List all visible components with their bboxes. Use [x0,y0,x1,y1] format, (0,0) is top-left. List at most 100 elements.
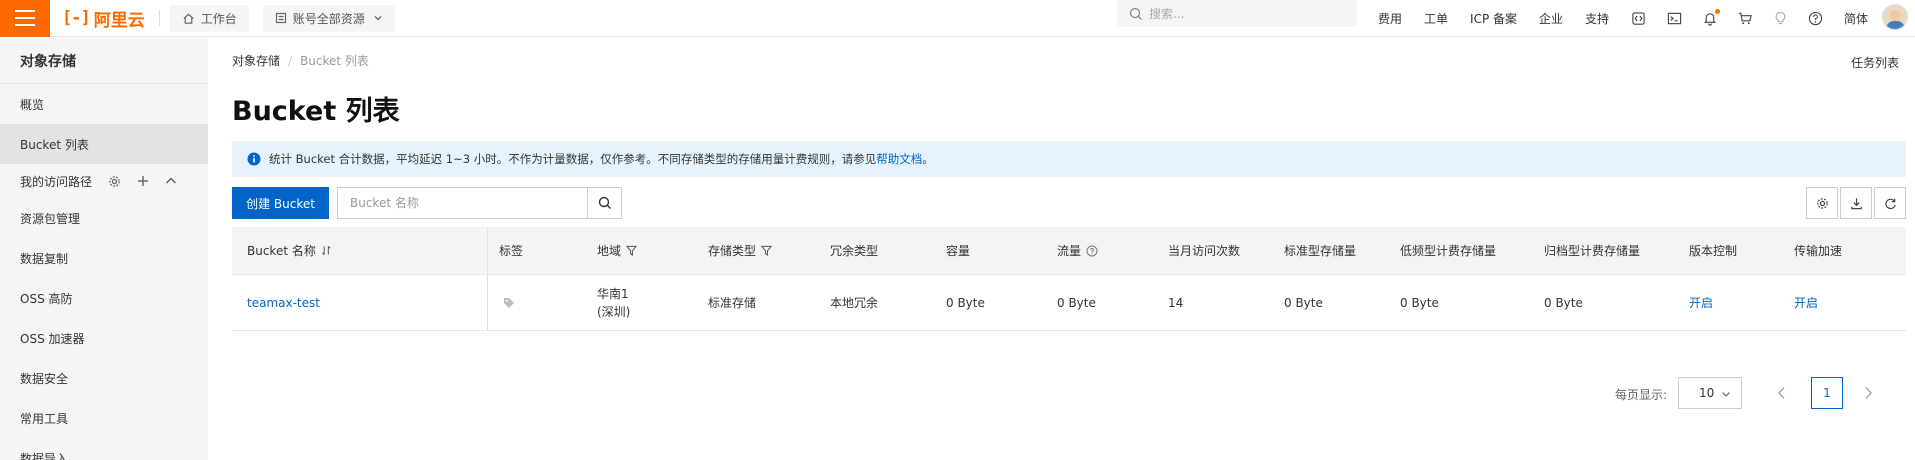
breadcrumb-root[interactable]: 对象存储 [232,52,280,69]
cart-icon[interactable] [1738,11,1753,26]
sort-icon[interactable] [321,245,332,256]
capacity-cell: 0 Byte [946,295,985,310]
lightbulb-icon[interactable] [1774,11,1787,26]
page-button-current[interactable]: 1 [1811,377,1843,409]
col-header-transfer-acceleration: 传输加速 [1794,244,1843,258]
info-icon [247,152,261,166]
export-button[interactable] [1840,187,1872,219]
filter-icon[interactable] [761,245,773,256]
bell-icon[interactable] [1703,9,1721,26]
traffic-cell: 0 Byte [1057,295,1096,310]
info-notice: 统计 Bucket 合计数据，平均延迟 1~3 小时。不作为计量数据，仅作参考。… [232,141,1906,177]
tag-icon[interactable] [503,275,515,330]
table-header: Bucket 名称 标签 地域 存储类型 冗余类型 容量 流量 当月访问次数 标… [232,227,1906,275]
breadcrumb-separator: / [288,53,293,68]
col-header-ia-storage: 低频型计费存储量 [1400,244,1497,258]
sidebar-item-resource-packages[interactable]: 资源包管理 [0,198,208,238]
refresh-icon [1884,198,1896,209]
sidebar-item-data-replication[interactable]: 数据复制 [0,238,208,278]
refresh-button[interactable] [1874,187,1906,219]
sidebar-item-overview[interactable]: 概览 [0,84,208,124]
region-cell: 华南1 (深圳) [597,275,630,330]
col-header-visits: 当月访问次数 [1168,244,1241,258]
gear-icon[interactable] [108,175,121,188]
language-selector[interactable]: 简体 [1844,10,1868,27]
global-search-input[interactable]: 搜索... [1117,0,1357,27]
list-icon [275,12,286,24]
chevron-right-icon[interactable] [1862,386,1874,400]
resource-group-selector[interactable]: 账号全部资源 [262,4,395,32]
gear-icon [1816,197,1828,209]
page-size-select[interactable]: 10 [1678,377,1742,409]
resource-group-label: 账号全部资源 [292,11,365,26]
logo-text: 阿里云 [93,10,145,31]
archive-storage-cell: 0 Byte [1544,295,1583,310]
notice-text: 统计 Bucket 合计数据，平均延迟 1~3 小时。不作为计量数据，仅作参考。… [269,152,877,166]
col-header-archive-storage: 归档型计费存储量 [1544,244,1641,258]
nav-link-support[interactable]: 支持 [1585,10,1609,27]
terminal-icon[interactable] [1667,11,1682,26]
standard-storage-cell: 0 Byte [1284,295,1323,310]
user-avatar[interactable] [1882,4,1908,30]
versioning-enable-link[interactable]: 开启 [1689,275,1713,330]
storage-class-cell: 标准存储 [708,296,757,310]
visits-cell: 14 [1168,295,1184,310]
code-icon[interactable] [1631,11,1646,26]
col-header-traffic-label: 流量 [1057,244,1082,258]
help-doc-link[interactable]: 帮助文档 [876,151,922,167]
page-size-label: 每页显示: [1615,387,1668,402]
bucket-search-button[interactable] [587,188,621,218]
page-size-value: 10 [1699,386,1715,400]
top-right-actions: 费用 工单 ICP 备案 企业 支持 简体 [1378,0,1890,37]
notice-suffix: 。 [922,152,934,166]
filter-icon[interactable] [626,245,638,256]
add-icon[interactable] [137,175,149,187]
toolbar: 创建 Bucket [232,187,1906,219]
nav-link-icp[interactable]: ICP 备案 [1470,10,1517,27]
menu-icon[interactable] [0,0,50,37]
sidebar-item-data-import[interactable]: 数据导入 [0,438,208,460]
nav-link-tickets[interactable]: 工单 [1424,10,1448,27]
nav-link-billing[interactable]: 费用 [1378,10,1402,27]
region-name: 华南1 [597,286,629,301]
workbench-button[interactable]: 工作台 [169,4,249,32]
settings-button[interactable] [1806,187,1838,219]
sidebar-item-bucket-list[interactable]: Bucket 列表 [0,124,208,164]
breadcrumb-current: Bucket 列表 [300,54,369,68]
main-content: 对象存储 / Bucket 列表 任务列表 Bucket 列表 统计 Bucke… [208,38,1915,460]
bucket-search-input[interactable] [338,188,588,218]
col-header-region[interactable]: 地域 [597,227,638,274]
logo-mark: [-] [62,8,91,28]
redundancy-cell: 本地冗余 [830,296,879,310]
column-divider [487,275,488,330]
sidebar-item-common-tools[interactable]: 常用工具 [0,398,208,438]
home-icon [183,13,194,24]
page-title: Bucket 列表 [232,96,400,127]
col-header-name-label: Bucket 名称 [247,244,316,258]
transfer-acceleration-enable-link[interactable]: 开启 [1794,275,1818,330]
download-icon [1850,197,1862,209]
nav-link-enterprise[interactable]: 企业 [1539,10,1563,27]
sidebar-item-oss-accelerator[interactable]: OSS 加速器 [0,318,208,358]
chevron-up-icon[interactable] [165,175,177,187]
col-header-standard-storage: 标准型存储量 [1284,244,1357,258]
col-header-traffic: 流量 [1057,227,1098,274]
help-icon[interactable] [1086,245,1098,257]
ia-storage-cell: 0 Byte [1400,295,1439,310]
help-icon[interactable] [1808,11,1823,26]
bucket-name-link[interactable]: teamax-test [247,275,320,330]
sidebar-group-my-paths[interactable]: 我的访问路径 [0,164,208,198]
sidebar-item-oss-ddos[interactable]: OSS 高防 [0,278,208,318]
create-bucket-button[interactable]: 创建 Bucket [232,187,329,219]
column-divider [487,227,488,274]
sidebar-item-data-security[interactable]: 数据安全 [0,358,208,398]
bucket-table: Bucket 名称 标签 地域 存储类型 冗余类型 容量 流量 当月访问次数 标… [232,227,1906,331]
chevron-down-icon [374,16,382,21]
col-header-name[interactable]: Bucket 名称 [247,227,332,274]
aliyun-logo[interactable]: [-] 阿里云 [62,0,145,37]
task-list-link[interactable]: 任务列表 [1851,54,1899,71]
divider [158,10,160,26]
global-search-placeholder: 搜索... [1149,7,1185,21]
col-header-storage-class[interactable]: 存储类型 [708,227,773,274]
chevron-left-icon[interactable] [1776,386,1788,400]
